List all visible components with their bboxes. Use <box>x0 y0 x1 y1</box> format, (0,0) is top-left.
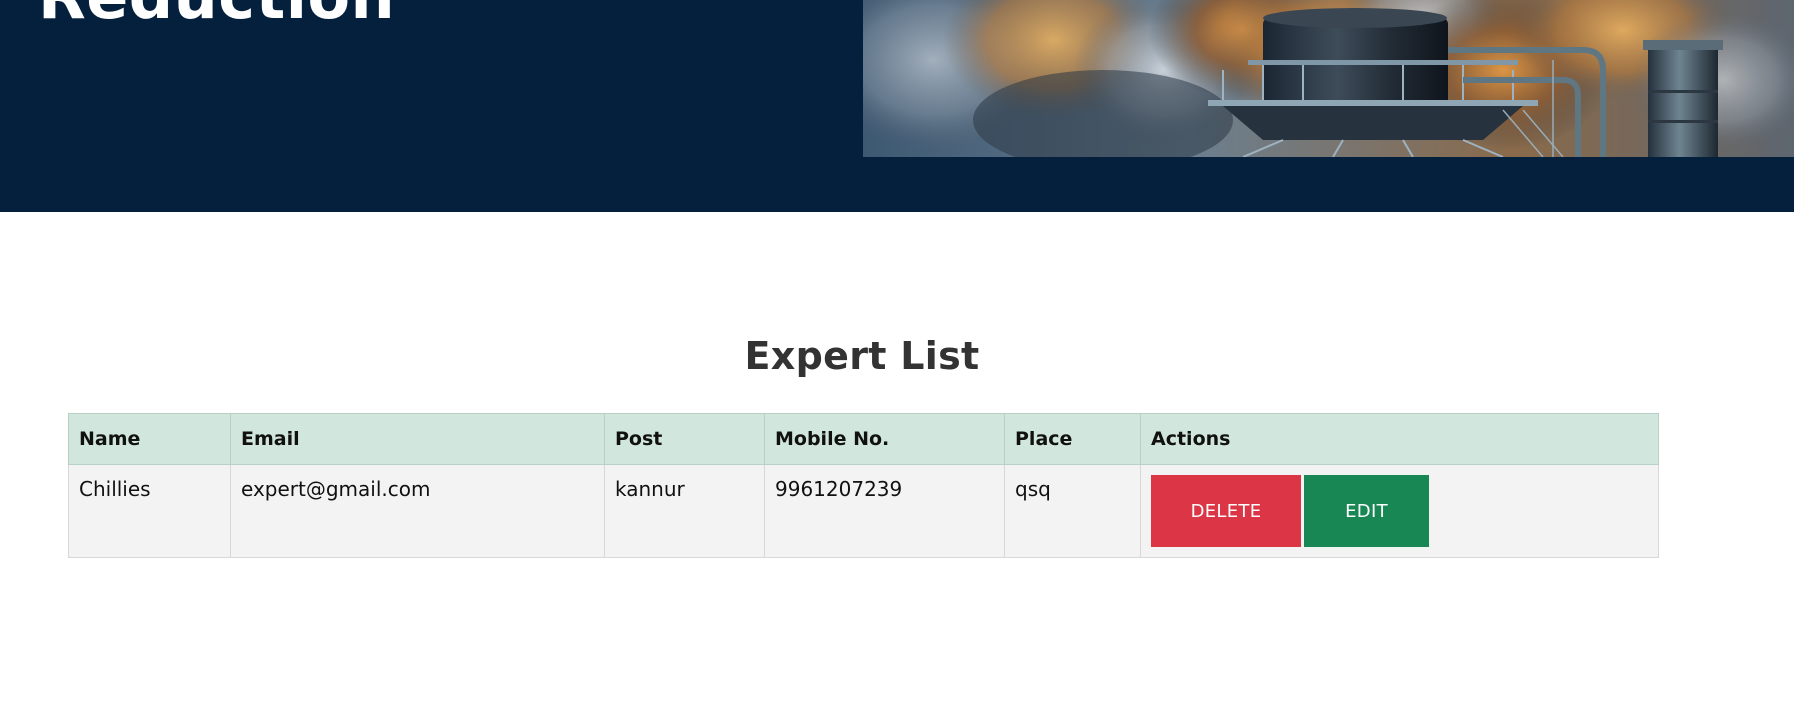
factory-smokestacks-image <box>863 0 1794 157</box>
column-header-name: Name <box>68 413 231 465</box>
column-header-place: Place <box>1004 413 1141 465</box>
table-header-row: Name Email Post Mobile No. Place Actions <box>68 413 1659 465</box>
cell-mobile: 9961207239 <box>764 464 1005 558</box>
cell-name: Chillies <box>68 464 231 558</box>
column-header-actions: Actions <box>1140 413 1659 465</box>
main-content: Expert List Name Email Post Mobile No. P… <box>0 212 1794 704</box>
cell-actions: DELETE EDIT <box>1140 464 1659 558</box>
hero-image <box>863 0 1794 157</box>
delete-button[interactable]: DELETE <box>1151 475 1301 547</box>
column-header-email: Email <box>230 413 605 465</box>
cell-post: kannur <box>604 464 765 558</box>
column-header-mobile: Mobile No. <box>764 413 1005 465</box>
table-body: Chillies expert@gmail.com kannur 9961207… <box>68 464 1659 558</box>
hero-banner: Reduction <box>0 0 1794 212</box>
table-header: Name Email Post Mobile No. Place Actions <box>68 413 1659 465</box>
section-title: Expert List <box>744 334 980 378</box>
cell-email: expert@gmail.com <box>230 464 605 558</box>
table-row: Chillies expert@gmail.com kannur 9961207… <box>68 464 1659 558</box>
edit-button[interactable]: EDIT <box>1304 475 1429 547</box>
cell-place: qsq <box>1004 464 1141 558</box>
expert-table: Name Email Post Mobile No. Place Actions… <box>68 413 1659 558</box>
hero-title: Reduction <box>38 0 395 28</box>
column-header-post: Post <box>604 413 765 465</box>
